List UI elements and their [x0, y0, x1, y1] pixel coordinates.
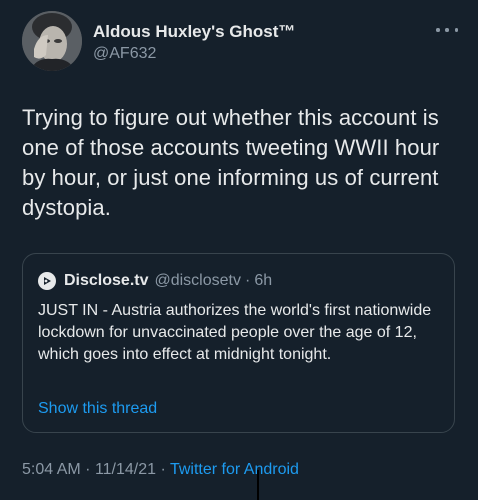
footer-separator: ·: [85, 461, 91, 478]
tweet-card: Aldous Huxley's Ghost™ @AF632 Trying to …: [0, 0, 478, 500]
user-handle[interactable]: @AF632: [93, 44, 295, 64]
quoted-author-name[interactable]: Disclose.tv: [64, 272, 148, 290]
tweet-time[interactable]: 5:04 AM: [22, 461, 81, 478]
avatar[interactable]: [22, 11, 82, 71]
quoted-author-handle[interactable]: @disclosetv: [154, 272, 241, 290]
tweet-source-link[interactable]: Twitter for Android: [170, 461, 299, 478]
quoted-tweet-text: JUST IN - Austria authorizes the world's…: [38, 302, 432, 363]
tweet-date[interactable]: 11/14/21: [95, 461, 156, 478]
more-options-icon[interactable]: [436, 24, 458, 36]
display-name[interactable]: Aldous Huxley's Ghost™: [93, 22, 295, 42]
text-cursor: [257, 470, 259, 500]
quoted-tweet[interactable]: Disclose.tv @disclosetv · 6h JUST IN - A…: [22, 253, 455, 433]
disclose-logo-icon: [38, 272, 56, 290]
quoted-tweet-header: Disclose.tv @disclosetv · 6h: [38, 272, 272, 290]
quoted-separator: ·: [244, 272, 251, 289]
tweet-text: Trying to figure out whether this accoun…: [22, 105, 440, 220]
footer-separator: ·: [160, 461, 166, 478]
avatar-portrait: [22, 11, 82, 71]
author-info: Aldous Huxley's Ghost™ @AF632: [93, 22, 295, 64]
quoted-time[interactable]: 6h: [254, 272, 272, 290]
show-thread-link[interactable]: Show this thread: [38, 400, 157, 418]
